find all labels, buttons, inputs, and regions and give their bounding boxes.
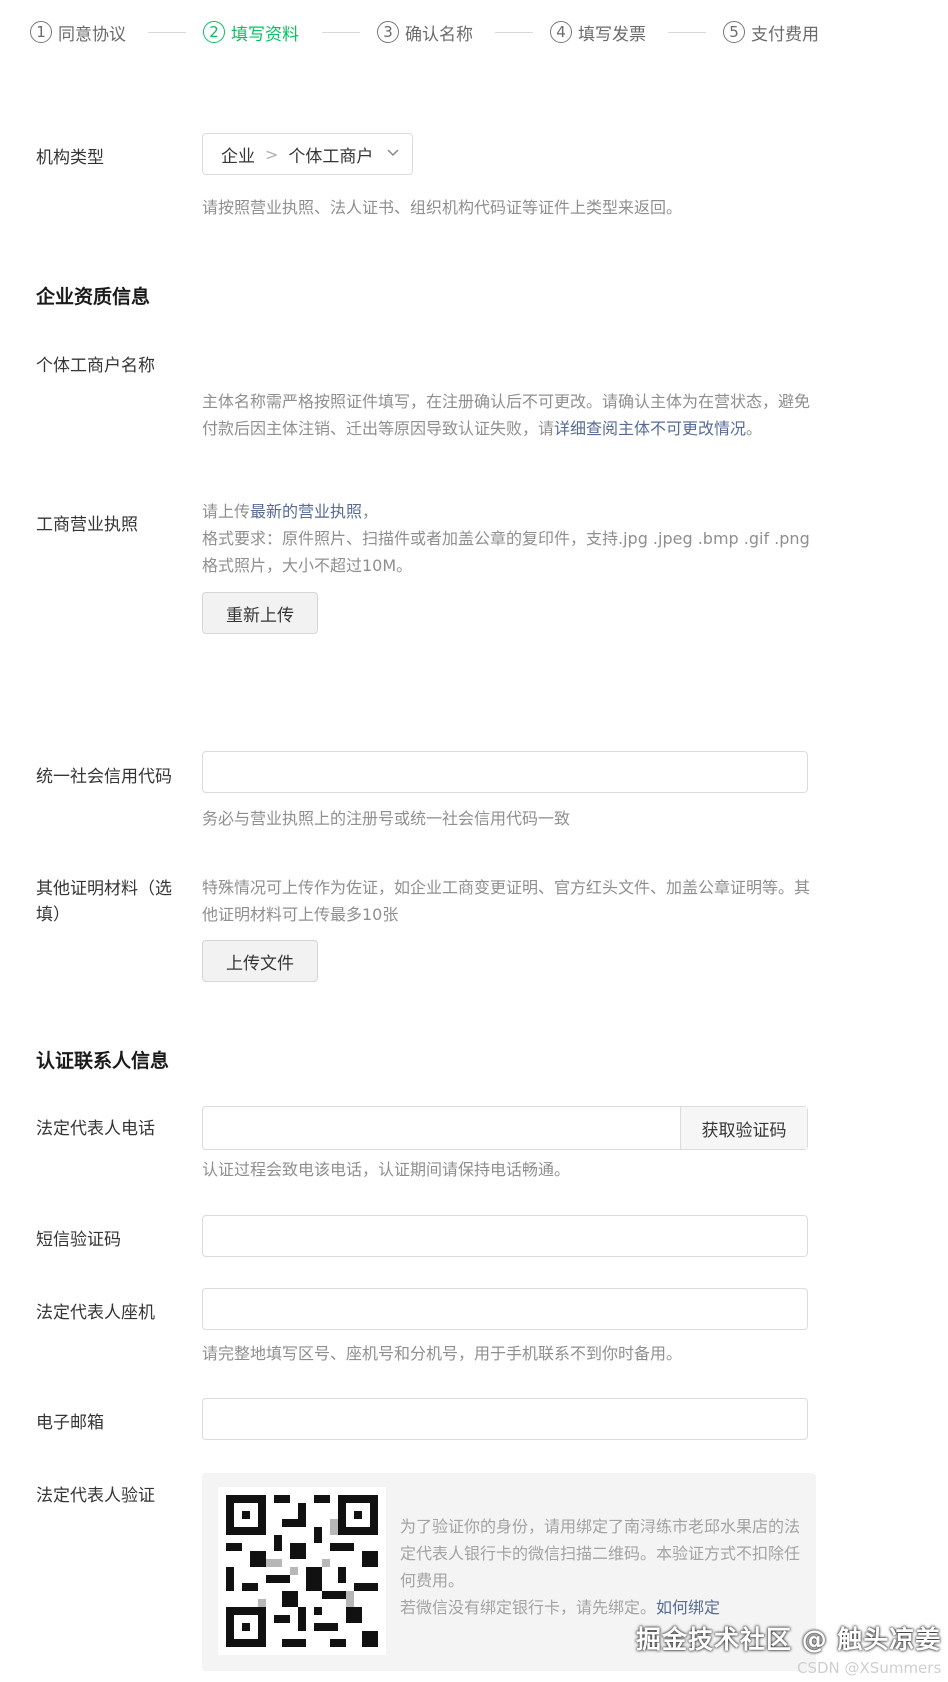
juejin-watermark: 掘金技术社区 @ 触头凉姜 — [636, 1625, 942, 1654]
other-materials-hint: 特殊情况可上传作为佐证，如企业工商变更证明、官方红头文件、加盖公章证明等。其他证… — [202, 878, 811, 924]
step-invoice: 4 填写发票 — [550, 18, 646, 46]
business-license-label: 工商营业执照 — [36, 515, 138, 535]
get-code-button[interactable]: 获取验证码 — [680, 1107, 807, 1149]
license-format-hint: 格式要求：原件照片、扫描件或者加盖公章的复印件，支持.jpg .jpeg .bm… — [202, 529, 810, 575]
org-type-level1: 企业 — [221, 146, 255, 167]
legal-rep-verify-label: 法定代表人验证 — [36, 1486, 155, 1506]
email-label: 电子邮箱 — [36, 1413, 104, 1433]
verify-text: 为了验证你的身份，请用绑定了南浔练市老邱水果店的法定代表人银行卡的微信扫描二维码… — [400, 1517, 801, 1590]
step-number: 4 — [550, 21, 572, 43]
step-payment: 5 支付费用 — [723, 18, 819, 46]
chevron-right-icon: > — [265, 144, 279, 164]
email-input[interactable] — [202, 1398, 808, 1440]
how-to-bind-link[interactable]: 如何绑定 — [656, 1598, 720, 1617]
business-name-label: 个体工商户名称 — [36, 356, 155, 376]
credit-code-input[interactable] — [202, 751, 808, 793]
step-divider — [668, 32, 706, 33]
license-hint-prefix: 请上传 — [202, 502, 251, 521]
legal-rep-phone-group: 获取验证码 — [202, 1106, 808, 1150]
license-hint-suffix: ， — [362, 502, 379, 521]
hint-period: 。 — [746, 419, 763, 438]
legal-rep-phone-hint: 认证过程会致电该电话，认证期间请保持电话畅通。 — [202, 1160, 571, 1179]
landline-input[interactable] — [202, 1288, 808, 1330]
reupload-button[interactable]: 重新上传 — [202, 592, 318, 634]
step-agreement: 1 同意协议 — [30, 18, 126, 46]
sms-code-label: 短信验证码 — [36, 1230, 121, 1250]
credit-code-hint: 务必与营业执照上的注册号或统一社会信用代码一致 — [202, 809, 571, 828]
credit-code-label: 统一社会信用代码 — [36, 767, 172, 787]
business-license-hint: 请上传最新的营业执照， 格式要求：原件照片、扫描件或者加盖公章的复印件，支持.j… — [202, 498, 812, 579]
landline-hint: 请完整地填写区号、座机号和分机号，用于手机联系不到你时备用。 — [202, 1344, 683, 1363]
step-divider — [148, 32, 186, 33]
business-name-hint: 主体名称需严格按照证件填写，在注册确认后不可更改。请确认主体为在营状态，避免付款… — [202, 388, 812, 442]
qr-code-icon[interactable] — [218, 1487, 386, 1655]
chevron-down-icon — [387, 149, 399, 157]
legal-rep-phone-input[interactable] — [203, 1107, 680, 1149]
org-type-level2: 个体工商户 — [288, 146, 374, 167]
verify-text-2: 若微信没有绑定银行卡，请先绑定。 — [400, 1598, 657, 1617]
landline-label: 法定代表人座机 — [36, 1303, 155, 1323]
step-label: 确认名称 — [405, 24, 473, 45]
verify-instructions: 为了验证你的身份，请用绑定了南浔练市老邱水果店的法定代表人银行卡的微信扫描二维码… — [400, 1513, 800, 1621]
step-number: 5 — [723, 21, 745, 43]
org-type-select[interactable]: 企业 > 个体工商户 — [202, 133, 413, 175]
sms-code-input[interactable] — [202, 1215, 808, 1257]
other-materials-label: 其他证明材料（选填） — [36, 879, 172, 925]
step-label: 支付费用 — [751, 24, 819, 45]
legal-rep-phone-label: 法定代表人电话 — [36, 1119, 155, 1139]
step-fill-info: 2 填写资料 — [203, 18, 299, 46]
csdn-watermark: CSDN @XSummers — [797, 1659, 942, 1677]
step-divider — [322, 32, 360, 33]
latest-license-link[interactable]: 最新的营业执照 — [250, 502, 362, 521]
step-number: 2 — [203, 21, 225, 43]
step-number: 1 — [30, 21, 52, 43]
step-number: 3 — [377, 21, 399, 43]
step-label: 填写资料 — [231, 24, 299, 45]
org-type-label: 机构类型 — [36, 148, 104, 168]
business-name-detail-link[interactable]: 详细查阅主体不可更改情况 — [554, 419, 746, 438]
upload-file-button[interactable]: 上传文件 — [202, 940, 318, 982]
qualification-section-title: 企业资质信息 — [36, 286, 151, 308]
step-label: 填写发票 — [578, 24, 646, 45]
org-type-hint: 请按照营业执照、法人证书、组织机构代码证等证件上类型来返回。 — [202, 198, 683, 217]
contact-section-title: 认证联系人信息 — [36, 1050, 170, 1072]
step-label: 同意协议 — [58, 24, 126, 45]
step-divider — [495, 32, 533, 33]
step-confirm-name: 3 确认名称 — [377, 18, 473, 46]
